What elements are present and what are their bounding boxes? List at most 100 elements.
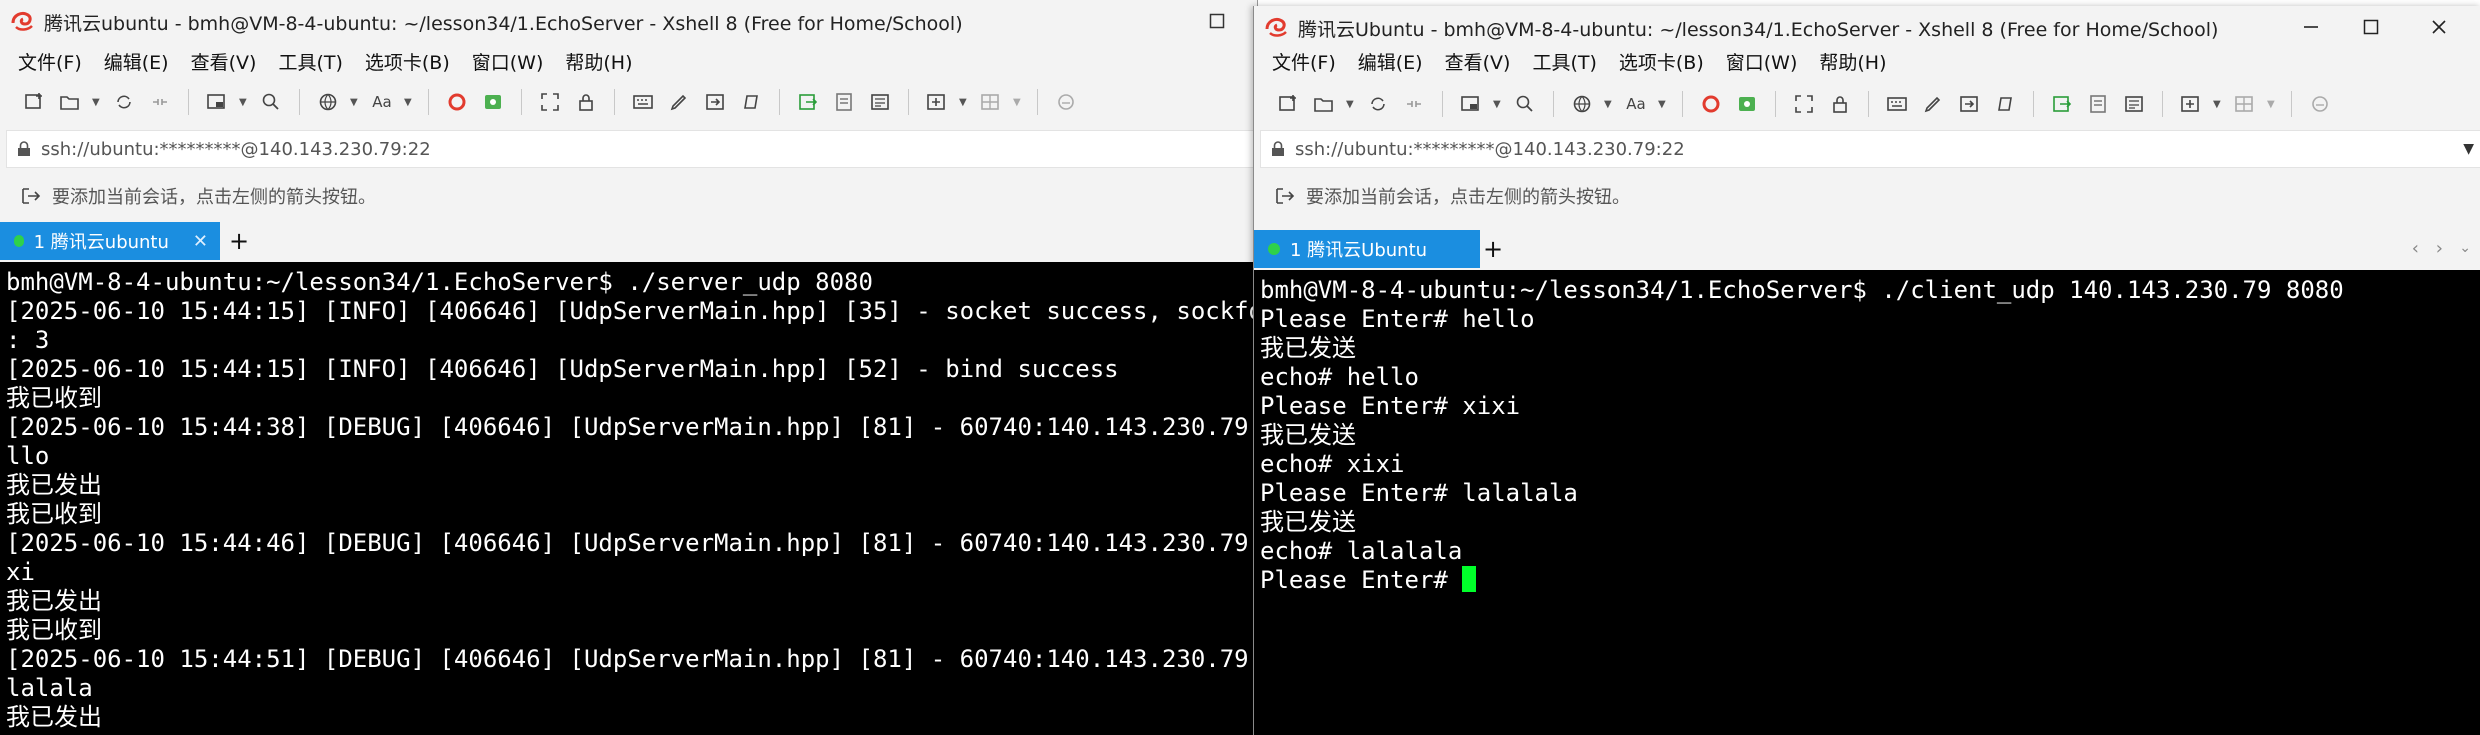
- address-text: ssh://ubuntu:*********@140.143.230.79:22: [1295, 138, 1685, 160]
- chat-icon[interactable]: [2306, 90, 2334, 118]
- session-window-icon[interactable]: [1457, 90, 1485, 118]
- chevron-down-icon[interactable]: ▼: [239, 97, 249, 108]
- xftp-icon[interactable]: [1733, 90, 1761, 118]
- layout-icon[interactable]: [977, 88, 1005, 116]
- open-folder-icon[interactable]: [1310, 90, 1338, 118]
- session-window-icon[interactable]: [203, 88, 231, 116]
- minimize-icon: [2304, 26, 2318, 28]
- session-tab[interactable]: 1 腾讯云Ubuntu: [1254, 230, 1480, 268]
- close-icon: [2432, 20, 2446, 34]
- left-terminal[interactable]: bmh@VM-8-4-ubuntu:~/lesson34/1.EchoServe…: [0, 262, 1257, 735]
- right-xshell-window: 腾讯云Ubuntu - bmh@VM-8-4-ubuntu: ~/lesson3…: [1253, 6, 2480, 735]
- right-titlebar[interactable]: 腾讯云Ubuntu - bmh@VM-8-4-ubuntu: ~/lesson3…: [1254, 6, 2480, 48]
- terminal-line: 我已发送: [1260, 421, 1356, 449]
- keyboard-icon[interactable]: [1883, 90, 1911, 118]
- connected-status-icon: [14, 235, 24, 247]
- menu-file[interactable]: 文件(F): [18, 48, 82, 75]
- chevron-down-icon[interactable]: ▼: [1493, 99, 1503, 110]
- tab-list-chevron-icon[interactable]: ⌄: [2459, 240, 2471, 256]
- log-icon[interactable]: [2084, 90, 2112, 118]
- disconnect-icon[interactable]: [1400, 90, 1428, 118]
- close-icon[interactable]: ✕: [193, 231, 208, 252]
- menu-tab[interactable]: 选项卡(B): [1619, 48, 1704, 75]
- chevron-down-icon[interactable]: ▼: [1346, 99, 1356, 110]
- reconnect-icon[interactable]: [110, 88, 138, 116]
- new-session-icon[interactable]: [1274, 90, 1302, 118]
- new-session-icon[interactable]: [20, 88, 48, 116]
- menu-edit[interactable]: 编辑(E): [1358, 48, 1423, 75]
- fullscreen-icon[interactable]: [536, 88, 564, 116]
- terminal-line: bmh@VM-8-4-ubuntu:~/lesson34/1.EchoServe…: [1260, 276, 2344, 304]
- add-tab-button[interactable]: +: [1476, 230, 1510, 268]
- chevron-down-icon[interactable]: ▼: [1658, 99, 1668, 110]
- chevron-down-icon[interactable]: ▼: [1013, 97, 1023, 108]
- tab-next-icon[interactable]: ›: [2436, 238, 2443, 259]
- tab-label: 1 腾讯云Ubuntu: [1290, 240, 1428, 261]
- chevron-down-icon[interactable]: ▼: [1604, 99, 1614, 110]
- layout-icon[interactable]: [2231, 90, 2259, 118]
- menu-help[interactable]: 帮助(H): [565, 48, 632, 75]
- chevron-down-icon[interactable]: ▼: [2267, 99, 2277, 110]
- add-session-arrow-icon[interactable]: [20, 186, 42, 206]
- fullscreen-icon[interactable]: [1790, 90, 1818, 118]
- compose-icon[interactable]: [1919, 90, 1947, 118]
- left-address-bar[interactable]: ssh://ubuntu:*********@140.143.230.79:22: [6, 130, 1257, 168]
- xshell-swirl-icon[interactable]: [1697, 90, 1725, 118]
- xshell-swirl-icon[interactable]: [443, 88, 471, 116]
- chevron-down-icon[interactable]: ▼: [404, 97, 414, 108]
- menu-window[interactable]: 窗口(W): [1726, 48, 1798, 75]
- menu-view[interactable]: 查看(V): [191, 48, 257, 75]
- chat-icon[interactable]: [1052, 88, 1080, 116]
- notes-icon[interactable]: [2120, 90, 2148, 118]
- transfer-green-icon[interactable]: [2048, 90, 2076, 118]
- script-icon[interactable]: [737, 88, 765, 116]
- send-icon[interactable]: [1955, 90, 1983, 118]
- disconnect-icon[interactable]: [146, 88, 174, 116]
- right-address-bar[interactable]: ssh://ubuntu:*********@140.143.230.79:22…: [1260, 130, 2480, 168]
- menu-window[interactable]: 窗口(W): [472, 48, 544, 75]
- reconnect-icon[interactable]: [1364, 90, 1392, 118]
- tab-prev-icon[interactable]: ‹: [2412, 238, 2419, 259]
- menu-tools[interactable]: 工具(T): [278, 48, 342, 75]
- close-button[interactable]: [2419, 12, 2459, 42]
- globe-icon[interactable]: [314, 88, 342, 116]
- maximize-button[interactable]: [2351, 12, 2391, 42]
- menu-help[interactable]: 帮助(H): [1819, 48, 1886, 75]
- maximize-button[interactable]: [1197, 6, 1237, 36]
- font-icon[interactable]: Aa: [1622, 90, 1650, 118]
- script-icon[interactable]: [1991, 90, 2019, 118]
- menu-edit[interactable]: 编辑(E): [104, 48, 169, 75]
- minimize-button[interactable]: [2291, 12, 2331, 42]
- add-session-arrow-icon[interactable]: [1274, 186, 1296, 206]
- send-icon[interactable]: [701, 88, 729, 116]
- keyboard-icon[interactable]: [629, 88, 657, 116]
- search-icon[interactable]: [257, 88, 285, 116]
- open-folder-icon[interactable]: [56, 88, 84, 116]
- xftp-icon[interactable]: [479, 88, 507, 116]
- lock-icon[interactable]: [572, 88, 600, 116]
- chevron-down-icon[interactable]: ▼: [2213, 99, 2223, 110]
- menu-file[interactable]: 文件(F): [1272, 48, 1336, 75]
- add-pane-icon[interactable]: [923, 88, 951, 116]
- menu-tab[interactable]: 选项卡(B): [365, 48, 450, 75]
- lock-icon[interactable]: [1826, 90, 1854, 118]
- transfer-green-icon[interactable]: [794, 88, 822, 116]
- chevron-down-icon[interactable]: ▼: [92, 97, 102, 108]
- notes-icon[interactable]: [866, 88, 894, 116]
- add-pane-icon[interactable]: [2177, 90, 2205, 118]
- left-titlebar[interactable]: 腾讯云ubuntu - bmh@VM-8-4-ubuntu: ~/lesson3…: [0, 0, 1257, 42]
- font-icon[interactable]: Aa: [368, 88, 396, 116]
- compose-icon[interactable]: [665, 88, 693, 116]
- menu-view[interactable]: 查看(V): [1445, 48, 1511, 75]
- add-tab-button[interactable]: +: [222, 222, 256, 260]
- log-icon[interactable]: [830, 88, 858, 116]
- chevron-down-icon[interactable]: ▼: [2463, 141, 2474, 157]
- globe-icon[interactable]: [1568, 90, 1596, 118]
- chevron-down-icon[interactable]: ▼: [350, 97, 360, 108]
- menu-tools[interactable]: 工具(T): [1532, 48, 1596, 75]
- right-terminal[interactable]: bmh@VM-8-4-ubuntu:~/lesson34/1.EchoServe…: [1254, 270, 2480, 735]
- session-tab[interactable]: 1 腾讯云ubuntu ✕: [0, 222, 220, 260]
- chevron-down-icon[interactable]: ▼: [959, 97, 969, 108]
- search-icon[interactable]: [1511, 90, 1539, 118]
- maximize-icon: [1209, 13, 1225, 29]
